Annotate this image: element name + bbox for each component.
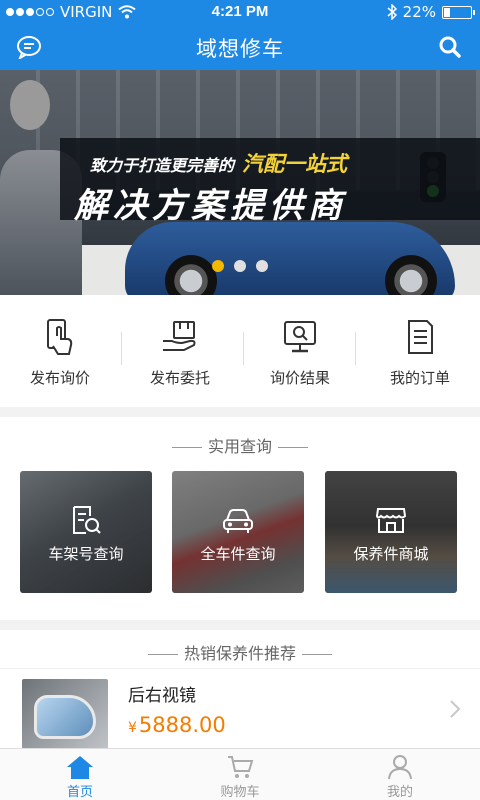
tile-maintenance-mall[interactable]: 保养件商城 xyxy=(325,471,457,593)
tab-label: 购物车 xyxy=(220,785,260,800)
product-name: 后右视镜 xyxy=(128,686,196,706)
quick-action-post-inquiry[interactable]: 发布询价 xyxy=(0,295,120,407)
tab-cart[interactable]: 购物车 xyxy=(160,749,320,800)
currency-symbol: ¥ xyxy=(128,720,137,736)
banner-slogan-top: 致力于打造更完善的 xyxy=(90,156,235,175)
quick-actions: 发布询价 发布委托 询价结果 我的订单 xyxy=(0,295,480,407)
section-title-text: 实用查询 xyxy=(207,437,272,456)
banner-content: 致力于打造更完善的 汽配一站式 解决方案提供商 xyxy=(0,70,480,295)
product-price: ¥5888.00 xyxy=(128,713,226,737)
tab-label: 首页 xyxy=(66,785,93,800)
section-title-text: 热销保养件推荐 xyxy=(183,644,296,663)
tile-label: 车架号查询 xyxy=(48,545,124,563)
banner-slogan-main: 解决方案提供商 xyxy=(74,186,347,226)
divider xyxy=(355,332,356,365)
bottom-tab-bar: 首页 购物车 我的 xyxy=(0,748,480,800)
pager-dot-active[interactable] xyxy=(212,260,224,272)
search-icon[interactable] xyxy=(438,35,462,59)
app-header: 域想修车 xyxy=(0,24,480,70)
divider xyxy=(243,332,244,365)
divider xyxy=(171,447,202,448)
divider xyxy=(278,447,308,448)
store-icon xyxy=(375,508,407,533)
pager-dot[interactable] xyxy=(234,260,246,272)
status-bar: VIRGIN 4:21 PM 22% xyxy=(0,0,480,24)
practical-query-section: 实用查询 车架号查询 全车件查询 保养件商城 xyxy=(0,417,480,620)
tab-label: 我的 xyxy=(386,785,413,800)
user-icon xyxy=(388,755,412,780)
home-icon xyxy=(67,756,93,779)
cart-icon xyxy=(228,756,254,778)
divider xyxy=(121,332,122,365)
document-search-icon xyxy=(73,506,101,534)
car-icon xyxy=(223,509,253,533)
bluetooth-icon xyxy=(387,4,397,20)
monitor-search-icon xyxy=(284,321,316,353)
price-value: 5888.00 xyxy=(138,713,226,737)
quick-action-inquiry-results[interactable]: 询价结果 xyxy=(240,295,360,407)
chevron-right-icon xyxy=(450,700,461,718)
quick-action-label: 我的订单 xyxy=(389,369,450,387)
quick-action-my-orders[interactable]: 我的订单 xyxy=(360,295,480,407)
quick-action-label: 询价结果 xyxy=(269,369,330,387)
quick-action-post-commission[interactable]: 发布委托 xyxy=(120,295,240,407)
app-screen: VIRGIN 4:21 PM 22% 域想修车 致力于打造更完善的 汽配一站式 … xyxy=(0,0,480,800)
tab-profile[interactable]: 我的 xyxy=(320,749,480,800)
banner-slogan-accent: 汽配一站式 xyxy=(242,152,347,176)
product-thumbnail xyxy=(22,679,108,749)
tile-label: 保养件商城 xyxy=(353,545,429,563)
tab-home[interactable]: 首页 xyxy=(0,749,160,800)
hot-sale-section: 热销保养件推荐 后右视镜 ¥5888.00 xyxy=(0,630,480,749)
person-head xyxy=(10,80,50,130)
battery-icon xyxy=(442,5,475,19)
quick-action-label: 发布询价 xyxy=(29,369,90,387)
hand-package-icon xyxy=(163,321,196,351)
section-title: 热销保养件推荐 xyxy=(0,640,480,664)
quick-action-label: 发布委托 xyxy=(149,369,210,387)
document-list-icon xyxy=(408,320,433,354)
banner-pager[interactable] xyxy=(0,260,480,272)
pager-dot[interactable] xyxy=(256,260,268,272)
status-right-group: 22% xyxy=(387,3,475,21)
divider xyxy=(147,654,178,655)
tile-vin-query[interactable]: 车架号查询 xyxy=(20,471,152,593)
section-title: 实用查询 xyxy=(0,433,480,457)
tile-full-car-parts[interactable]: 全车件查询 xyxy=(172,471,304,593)
phone-touch-icon xyxy=(47,319,73,355)
mirror-image xyxy=(34,695,96,739)
battery-percent: 22% xyxy=(402,3,436,21)
page-title: 域想修车 xyxy=(196,37,284,61)
divider xyxy=(302,654,332,655)
tile-label: 全车件查询 xyxy=(200,545,276,563)
product-item[interactable]: 后右视镜 ¥5888.00 xyxy=(0,668,480,749)
